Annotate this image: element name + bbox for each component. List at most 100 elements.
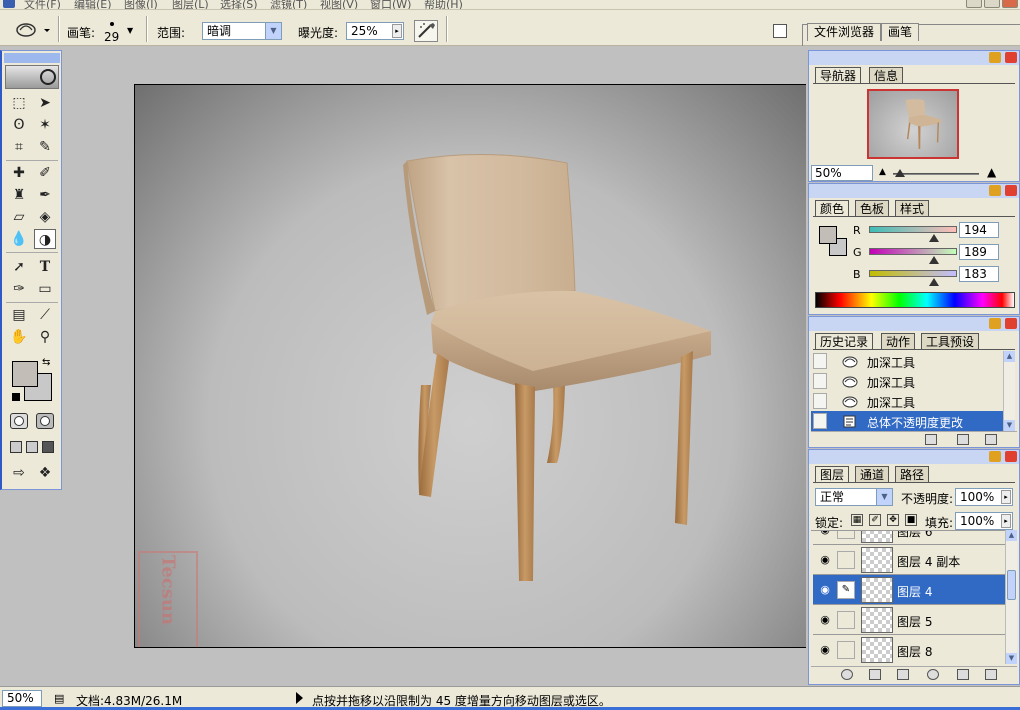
panel-menu-icon[interactable] (989, 52, 1001, 63)
menu-filter[interactable]: 滤镜(T) (270, 0, 307, 9)
panel-title-bar[interactable] (809, 51, 1019, 65)
color-foreground-swatch[interactable] (819, 226, 837, 244)
layer-style-icon[interactable] (841, 669, 853, 680)
document-canvas[interactable]: Tecsun (134, 84, 806, 648)
layer-link-box[interactable] (837, 611, 855, 629)
eyedropper-tool-icon[interactable]: ⟋ (34, 305, 56, 325)
toolbox-title-bar[interactable] (4, 53, 60, 63)
brush-preview[interactable] (110, 22, 114, 26)
green-slider[interactable] (869, 248, 957, 255)
hand-tool-icon[interactable]: ✋ (8, 327, 30, 347)
path-selection-tool-icon[interactable]: ➚ (8, 257, 30, 277)
default-colors-icon[interactable] (12, 393, 20, 401)
layer-row[interactable]: ◉ 图层 5 (813, 605, 1005, 635)
tab-paths[interactable]: 路径 (895, 466, 930, 482)
pen-tool-icon[interactable]: ✑ (8, 279, 30, 299)
panel-title-bar[interactable] (809, 317, 1019, 331)
panel-title-bar[interactable] (809, 450, 1019, 464)
history-brush-tool-icon[interactable]: ✒ (34, 185, 56, 205)
zoom-tool-icon[interactable]: ⚲ (34, 327, 56, 347)
notes-tool-icon[interactable]: ▤ (8, 305, 30, 325)
layer-link-box[interactable] (837, 641, 855, 659)
blue-value-input[interactable]: 183 (959, 266, 999, 282)
tab-file-browser[interactable]: 文件浏览器 (807, 23, 882, 41)
tab-info[interactable]: 信息 (869, 67, 904, 83)
tab-actions[interactable]: 动作 (881, 333, 916, 349)
slice-tool-icon[interactable]: ✎ (34, 137, 56, 157)
history-source-checkbox[interactable] (813, 373, 827, 389)
eraser-tool-icon[interactable]: ▱ (8, 207, 30, 227)
fill-input[interactable]: 100% ▸ (955, 512, 1013, 530)
tool-preset-picker[interactable] (12, 18, 52, 40)
navigator-zoom-input[interactable]: 50% (811, 165, 873, 181)
brush-tool-icon[interactable]: ✐ (34, 163, 56, 183)
navigator-thumbnail[interactable] (867, 89, 959, 159)
close-icon[interactable] (1005, 451, 1017, 462)
eye-icon[interactable]: ◉ (815, 581, 835, 599)
photoshop-app-icon[interactable] (3, 0, 15, 8)
new-snapshot-icon[interactable] (957, 434, 969, 445)
blur-tool-icon[interactable]: 💧 (8, 229, 30, 249)
lock-transparency-icon[interactable]: ▦ (851, 514, 863, 526)
red-value-input[interactable]: 194 (959, 222, 999, 238)
red-slider[interactable] (869, 226, 957, 233)
menu-help[interactable]: 帮助(H) (424, 0, 463, 9)
tab-history[interactable]: 历史记录 (815, 333, 874, 349)
tab-navigator[interactable]: 导航器 (815, 67, 862, 83)
history-item[interactable]: 加深工具 (811, 391, 1003, 411)
trash-icon[interactable] (985, 434, 997, 445)
move-tool-icon[interactable]: ➤ (34, 93, 56, 113)
close-icon[interactable] (1005, 185, 1017, 196)
new-layer-icon[interactable] (957, 669, 969, 680)
scroll-thumb[interactable] (1007, 570, 1016, 600)
history-item[interactable]: 加深工具 (811, 371, 1003, 391)
rectangle-tool-icon[interactable]: ▭ (34, 279, 56, 299)
airbrush-toggle-button[interactable] (414, 20, 438, 42)
slider-thumb[interactable] (895, 169, 905, 177)
blue-slider-thumb[interactable] (929, 278, 939, 286)
range-select[interactable]: 暗调 ▼ (202, 22, 282, 40)
blue-slider[interactable] (869, 270, 957, 277)
zoom-out-icon[interactable]: ▲ (879, 167, 886, 177)
tab-swatches[interactable]: 色板 (855, 200, 890, 216)
full-screen-menu-mode-icon[interactable] (26, 441, 38, 453)
color-spectrum-bar[interactable] (815, 292, 1015, 308)
status-menu-arrow-icon[interactable] (296, 692, 303, 704)
layer-row[interactable]: ◉ 图层 8 (813, 635, 1005, 664)
scroll-up-icon[interactable]: ▲ (1006, 530, 1017, 541)
panel-menu-icon[interactable] (989, 318, 1001, 329)
tab-brushes[interactable]: 画笔 (881, 23, 920, 41)
eye-icon[interactable]: ◉ (815, 611, 835, 629)
menu-image[interactable]: 图像(I) (124, 0, 158, 9)
eye-icon[interactable]: ◉ (815, 551, 835, 569)
layer-mask-icon[interactable] (869, 669, 881, 680)
layer-link-box[interactable] (837, 551, 855, 569)
brush-dropdown-icon[interactable]: ▼ (127, 26, 133, 35)
foreground-color-swatch[interactable] (12, 361, 38, 387)
panel-menu-icon[interactable] (989, 185, 1001, 196)
layer-link-box[interactable] (837, 531, 855, 539)
lock-position-icon[interactable]: ✥ (887, 514, 899, 526)
history-item[interactable]: 加深工具 (811, 351, 1003, 371)
document-icon[interactable]: ▤ (54, 692, 64, 705)
lock-all-icon[interactable]: ■ (905, 514, 917, 526)
layer-row[interactable]: ◉ 图层 4 副本 (813, 545, 1005, 575)
history-source-checkbox[interactable] (813, 393, 827, 409)
menu-view[interactable]: 视图(V) (320, 0, 358, 9)
opacity-input[interactable]: 100% ▸ (955, 488, 1013, 506)
restore-button[interactable] (984, 0, 1000, 8)
trash-icon[interactable] (985, 669, 997, 680)
new-document-from-state-icon[interactable] (925, 434, 937, 445)
panel-title-bar[interactable] (809, 184, 1019, 198)
eye-icon[interactable]: ◉ (815, 641, 835, 659)
tab-color[interactable]: 颜色 (815, 200, 850, 216)
status-zoom-input[interactable]: 50% (2, 690, 42, 707)
history-item-selected[interactable]: 总体不透明度更改 (811, 411, 1003, 431)
close-button[interactable] (1002, 0, 1018, 8)
tab-layers[interactable]: 图层 (815, 466, 850, 482)
history-source-checkbox[interactable] (813, 413, 827, 429)
blend-mode-select[interactable]: 正常 ▼ (815, 488, 893, 506)
exposure-input[interactable]: 25% ▸ (346, 22, 404, 40)
palette-menu-icon[interactable] (773, 24, 787, 38)
imageready-icon[interactable]: ❖ (34, 463, 56, 483)
